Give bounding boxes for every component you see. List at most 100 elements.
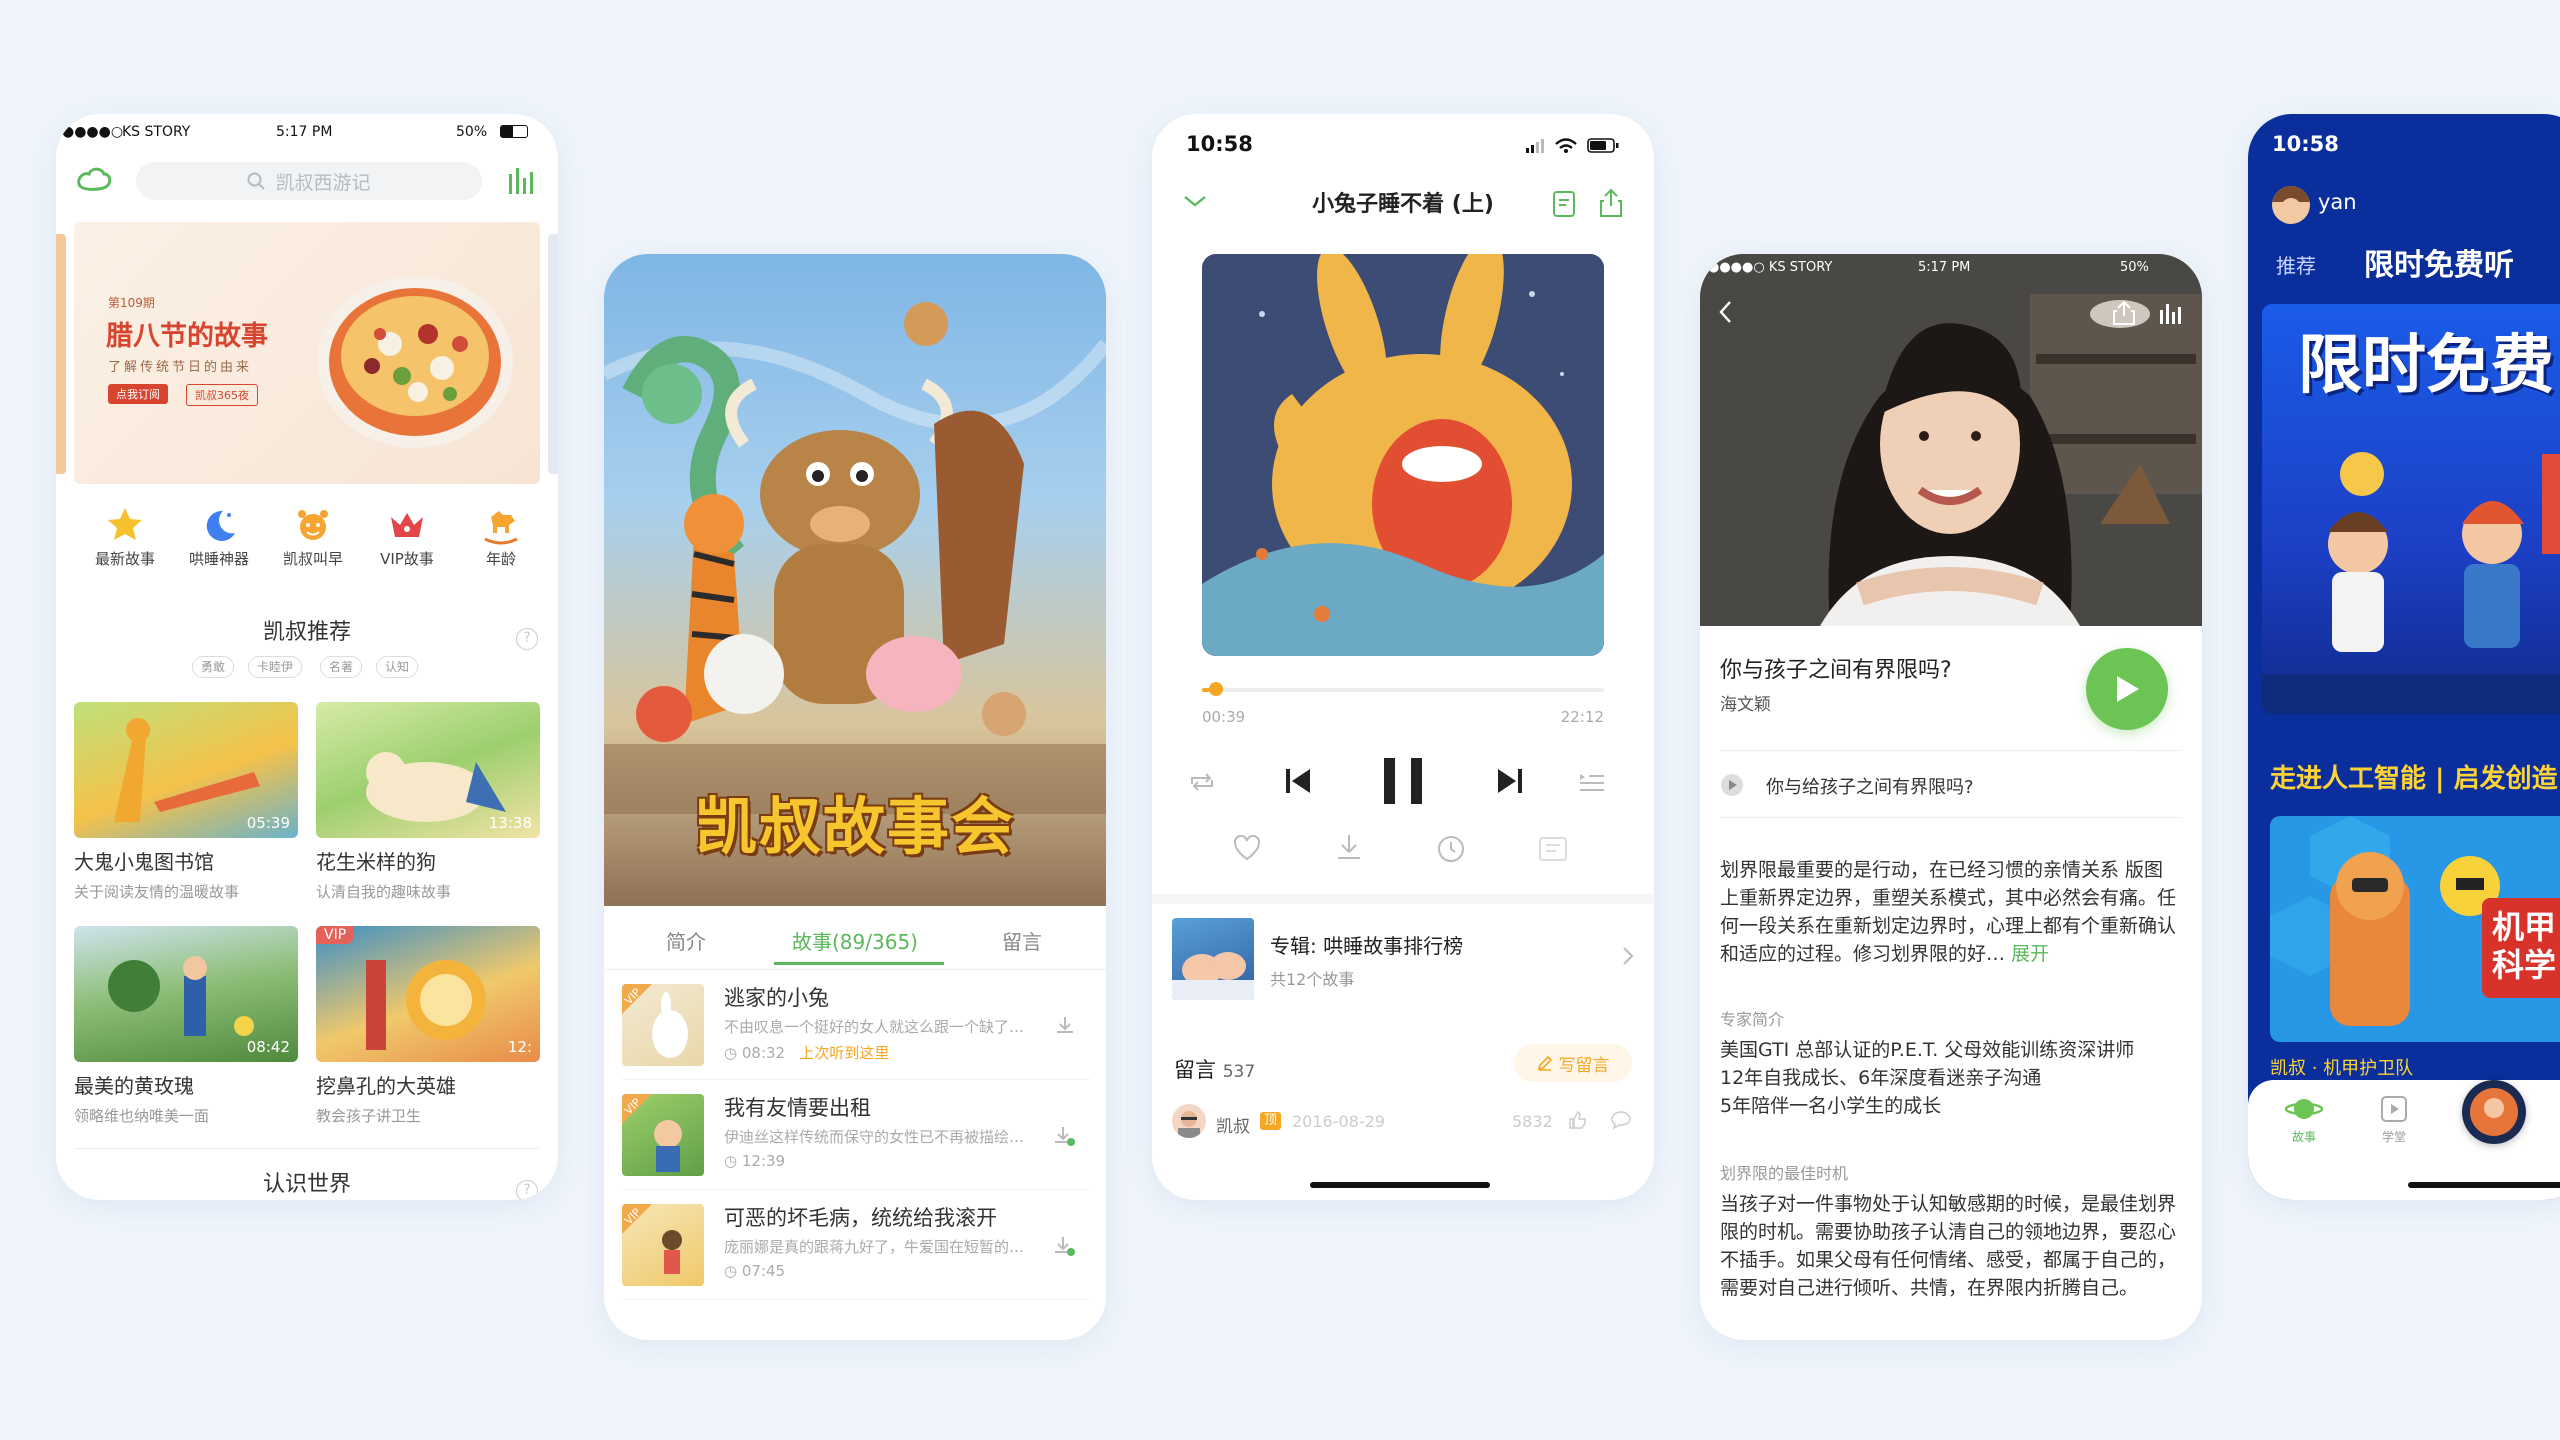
tag-chip[interactable]: 名著 xyxy=(320,656,363,678)
thumbs-up-icon[interactable] xyxy=(1568,1110,1588,1130)
avatar[interactable] xyxy=(2272,186,2310,224)
album-thumbnail xyxy=(1172,918,1254,1000)
last-played-note: 上次听到这里 xyxy=(799,1044,890,1062)
tag-chip[interactable]: 认知 xyxy=(376,656,419,678)
poster-title: 凯叔故事会 xyxy=(694,790,1015,863)
duration-label: 13:38 xyxy=(488,814,532,832)
episode-row[interactable]: 你与给孩子之间有界限吗? xyxy=(1720,750,2182,818)
crown-icon xyxy=(362,502,452,548)
star-icon xyxy=(80,502,170,548)
story-thumbnail: 13:38 xyxy=(316,702,540,838)
album-entry[interactable]: 专辑: 哄睡故事排行榜 共12个故事 xyxy=(1152,894,1654,1000)
status-bar: ●●●●○ KS STORY xyxy=(1708,260,1833,275)
story-thumbnail: VIP 12: xyxy=(316,926,540,1062)
course-title: 机甲科学 xyxy=(2492,908,2557,984)
banner-subtitle: 了解传统节日的由来 xyxy=(108,360,253,375)
write-comment-button[interactable]: 写留言 xyxy=(1514,1044,1632,1082)
tab-recommend[interactable]: 推荐 xyxy=(2276,250,2316,279)
story-title: 挖鼻孔的大英雄 xyxy=(316,1074,456,1098)
now-playing-disc[interactable] xyxy=(2462,1080,2526,1144)
planet-icon xyxy=(2284,1099,2324,1119)
banner-issue: 第109期 xyxy=(108,296,155,310)
tag-chip[interactable]: 卡睦伊 xyxy=(248,656,303,678)
story-title: 最美的黄玫瑰 xyxy=(74,1074,194,1098)
downloaded-icon[interactable] xyxy=(1052,1124,1076,1148)
promo-banner[interactable]: 限时免费 xyxy=(2262,304,2560,714)
story-thumbnail: VIP xyxy=(622,1094,704,1176)
banner-subscribe-button[interactable]: 点我订阅 xyxy=(108,384,168,404)
tag-chip[interactable]: 勇敢 xyxy=(192,656,235,678)
download-icon[interactable] xyxy=(1054,1014,1076,1036)
heart-icon[interactable] xyxy=(1232,834,1262,862)
chart-icon[interactable] xyxy=(506,166,536,196)
story-card[interactable]: 08:42 最美的黄玫瑰 领略维也纳唯美一面 xyxy=(74,926,298,1126)
play-circle-icon xyxy=(1720,773,1744,797)
expert-photo: ●●●●○ KS STORY 5:17 PM 50% xyxy=(1700,254,2202,626)
audio-title: 你与孩子之间有界限吗? xyxy=(1720,658,1952,683)
story-desc: 不由叹息一个挺好的女人就这么跟一个缺了… xyxy=(724,1018,1025,1036)
download-icon[interactable] xyxy=(1334,832,1364,862)
help-icon[interactable]: ? xyxy=(516,1180,538,1200)
banner-title: 腊八节的故事 xyxy=(106,321,268,352)
story-row[interactable]: VIP 我有友情要出租 伊迪丝这样传统而保守的女性已不再被描绘… ◷ 12:39 xyxy=(622,1080,1090,1190)
story-card[interactable]: VIP 12: 挖鼻孔的大英雄 教会孩子讲卫生 xyxy=(316,926,540,1126)
previous-icon[interactable] xyxy=(1284,766,1312,796)
episode-title: 你与给孩子之间有界限吗? xyxy=(1766,777,1974,798)
story-card[interactable]: 05:39 大鬼小鬼图书馆 关于阅读友情的温暖故事 xyxy=(74,702,298,902)
tab-stories[interactable]: 故事(89/365) xyxy=(792,926,918,955)
expand-link[interactable]: 展开 xyxy=(2011,943,2049,965)
category-vip[interactable]: VIP故事 xyxy=(362,502,452,569)
category-latest[interactable]: 最新故事 xyxy=(80,502,170,569)
story-subtitle: 认清自我的趣味故事 xyxy=(316,883,452,901)
pause-icon[interactable] xyxy=(1380,756,1426,806)
category-wakeup[interactable]: 凯叔叫早 xyxy=(268,502,358,569)
repeat-icon[interactable] xyxy=(1186,770,1218,794)
category-sleep[interactable]: 哄睡神器 xyxy=(174,502,264,569)
story-card[interactable]: 13:38 花生米样的狗 认清自我的趣味故事 xyxy=(316,702,540,902)
progress-handle[interactable] xyxy=(1209,682,1224,696)
phone-home-screen: ●●●●○ KS STORY 5:17 PM 50% 凯叔西游记 第109期 腊… xyxy=(56,114,558,1200)
story-subtitle: 教会孩子讲卫生 xyxy=(316,1107,422,1125)
status-time: 10:58 xyxy=(1186,132,1253,156)
category-label: 哄睡神器 xyxy=(188,550,249,568)
lyrics-icon[interactable] xyxy=(1552,190,1578,218)
play-button[interactable] xyxy=(2086,648,2168,730)
next-icon[interactable] xyxy=(1496,766,1524,796)
reply-icon[interactable] xyxy=(1610,1110,1632,1130)
story-thumbnail: 08:42 xyxy=(74,926,298,1062)
status-icons xyxy=(1526,136,1622,154)
tab-intro[interactable]: 简介 xyxy=(666,926,706,955)
back-chevron-icon[interactable] xyxy=(1718,300,1732,324)
help-icon[interactable]: ? xyxy=(516,628,538,650)
moon-icon xyxy=(174,502,264,548)
kids-robot-illustration xyxy=(2262,452,2560,714)
share-icon[interactable] xyxy=(1598,188,1624,218)
text-icon[interactable] xyxy=(1538,836,1568,862)
story-row[interactable]: VIP 可恶的坏毛病，统统给我滚开 庞丽娜是真的跟蒋九好了，牛爱国在短暂的… ◷… xyxy=(622,1190,1090,1300)
expert-line: 美国GTI 总部认证的P.E.T. 父母效能训练资深讲师 xyxy=(1720,1039,2135,1061)
category-age[interactable]: 年龄 xyxy=(456,502,546,569)
comment-user: 凯叔 xyxy=(1216,1117,1250,1137)
timer-icon[interactable] xyxy=(1436,834,1466,864)
story-row[interactable]: VIP 逃家的小兔 不由叹息一个挺好的女人就这么跟一个缺了… ◷ 08:32 上… xyxy=(622,970,1090,1080)
banner-series-tag: 凯叔365夜 xyxy=(186,384,258,406)
tab-study[interactable]: 学堂 xyxy=(2366,1094,2422,1145)
tab-comments[interactable]: 留言 xyxy=(1002,926,1042,955)
course-card[interactable]: 机甲科学 xyxy=(2270,816,2560,1042)
progress-track[interactable] xyxy=(1202,688,1604,692)
playlist-icon[interactable] xyxy=(1578,770,1606,794)
status-time: 5:17 PM xyxy=(1918,260,1971,275)
logo-icon[interactable] xyxy=(74,164,114,198)
banner-laba-festival[interactable]: 第109期 腊八节的故事 了解传统节日的由来 点我订阅 凯叔365夜 xyxy=(74,222,540,484)
story-meta: ◷ 12:39 xyxy=(724,1152,786,1170)
home-indicator xyxy=(2408,1182,2560,1188)
downloaded-icon[interactable] xyxy=(1052,1234,1076,1258)
tab-story[interactable]: 故事 xyxy=(2276,1094,2332,1145)
battery-icon xyxy=(500,125,528,138)
search-input[interactable]: 凯叔西游记 xyxy=(136,162,482,200)
search-placeholder: 凯叔西游记 xyxy=(275,171,371,194)
share-icon[interactable] xyxy=(2112,300,2136,326)
vip-badge: VIP xyxy=(316,926,355,944)
avatar[interactable] xyxy=(1172,1104,1206,1138)
chart-icon[interactable] xyxy=(2158,300,2182,326)
